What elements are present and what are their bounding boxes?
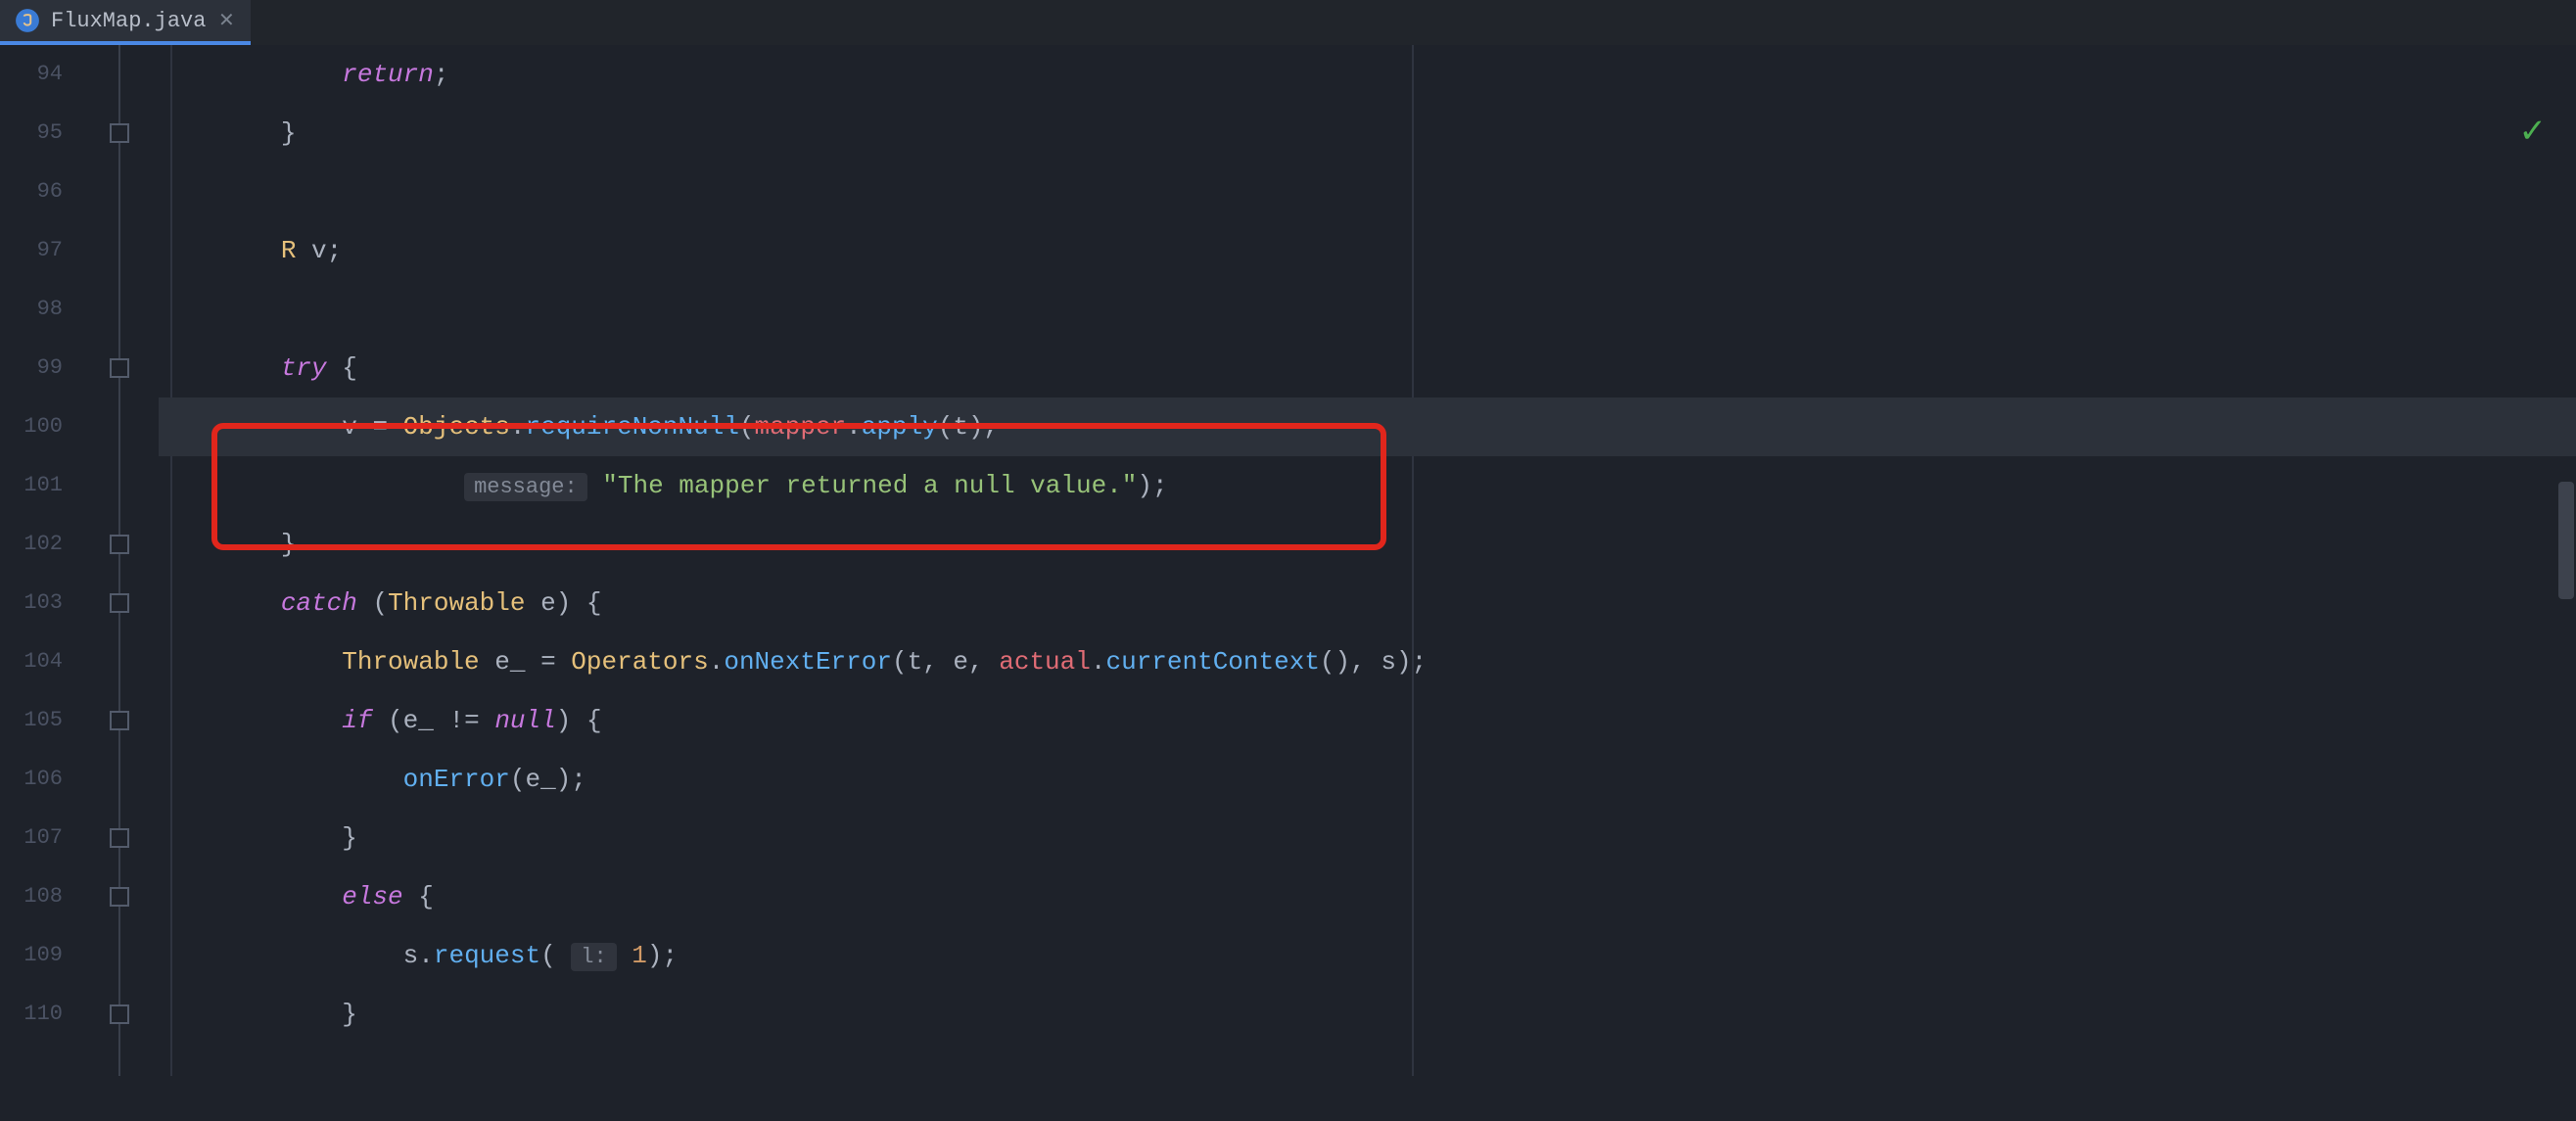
analysis-ok-icon[interactable]: ✓: [2519, 112, 2548, 153]
code-line: else {: [159, 867, 2576, 926]
line-number: 98: [0, 280, 63, 339]
code-editor[interactable]: 94 95 96 97 98 99 100 101 102 103 104 10…: [0, 45, 2576, 1076]
fold-handle-icon[interactable]: [110, 1004, 129, 1024]
code-line: R v;: [159, 221, 2576, 280]
code-line: }: [159, 985, 2576, 1044]
line-number: 102: [0, 515, 63, 574]
fold-handle-icon[interactable]: [110, 123, 129, 143]
code-line: [159, 163, 2576, 221]
line-number: 101: [0, 456, 63, 515]
fold-handle-icon[interactable]: [110, 828, 129, 848]
line-number: 106: [0, 750, 63, 809]
scrollbar-thumb[interactable]: [2558, 482, 2574, 599]
line-number: 105: [0, 691, 63, 750]
code-line: message: "The mapper returned a null val…: [159, 456, 2576, 515]
tab-fluxmap[interactable]: FluxMap.java ✕: [0, 0, 251, 45]
close-icon[interactable]: ✕: [215, 10, 237, 31]
vertical-scrollbar[interactable]: [2554, 90, 2576, 1121]
parameter-hint: l:: [571, 943, 616, 971]
code-line: Throwable e_ = Operators.onNextError(t, …: [159, 632, 2576, 691]
code-line: return;: [159, 45, 2576, 104]
code-line: }: [159, 104, 2576, 163]
line-number: 104: [0, 632, 63, 691]
code-area[interactable]: return; } R v; try { v = Objects.require…: [159, 45, 2576, 1076]
line-number: 103: [0, 574, 63, 632]
code-line: if (e_ != null) {: [159, 691, 2576, 750]
code-line: try {: [159, 339, 2576, 397]
fold-handle-icon[interactable]: [110, 358, 129, 378]
fold-guide-line: [118, 45, 120, 1076]
parameter-hint: message:: [464, 473, 587, 501]
code-line: [159, 280, 2576, 339]
line-number: 108: [0, 867, 63, 926]
fold-handle-icon[interactable]: [110, 711, 129, 730]
code-line: onError(e_);: [159, 750, 2576, 809]
code-line: }: [159, 515, 2576, 574]
fold-handle-icon[interactable]: [110, 593, 129, 613]
line-number: 96: [0, 163, 63, 221]
line-number: 107: [0, 809, 63, 867]
tab-filename: FluxMap.java: [51, 9, 206, 33]
line-number: 110: [0, 985, 63, 1044]
line-number: 109: [0, 926, 63, 985]
code-line: }: [159, 809, 2576, 867]
code-line: catch (Throwable e) {: [159, 574, 2576, 632]
line-number: 97: [0, 221, 63, 280]
fold-handle-icon[interactable]: [110, 887, 129, 907]
code-line: s.request( l: 1);: [159, 926, 2576, 985]
fold-gutter: [80, 45, 159, 1076]
tab-bar: FluxMap.java ✕: [0, 0, 2576, 45]
line-number: 95: [0, 104, 63, 163]
line-number: 99: [0, 339, 63, 397]
java-file-icon: [14, 7, 41, 34]
line-number: 100: [0, 397, 63, 456]
code-line-current: v = Objects.requireNonNull(mapper.apply(…: [159, 397, 2576, 456]
fold-handle-icon[interactable]: [110, 535, 129, 554]
line-number-gutter: 94 95 96 97 98 99 100 101 102 103 104 10…: [0, 45, 80, 1076]
line-number: 94: [0, 45, 63, 104]
